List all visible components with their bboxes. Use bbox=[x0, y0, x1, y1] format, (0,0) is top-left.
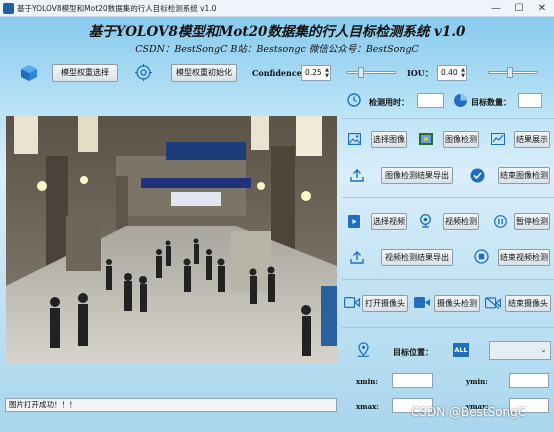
cube-icon bbox=[20, 64, 38, 82]
xmax-label: xmax: bbox=[356, 402, 379, 411]
show-result-button[interactable]: 结果展示 bbox=[514, 131, 550, 148]
pause-icon bbox=[494, 215, 507, 228]
iou-spinbox[interactable]: 0.40 ▲ ▼ bbox=[437, 65, 467, 81]
camera-outline-icon bbox=[344, 297, 360, 308]
iou-slider-handle[interactable] bbox=[506, 67, 513, 78]
all-targets-badge: ALL bbox=[453, 343, 469, 357]
end-video-detect-button[interactable]: 结束视频检测 bbox=[498, 249, 550, 266]
detect-camera-button[interactable]: 摄像头检测 bbox=[434, 295, 480, 312]
page-title: 基于YOLOV8模型和Mot20数据集的行人目标检测系统 v1.0 bbox=[88, 24, 466, 40]
divider bbox=[342, 279, 554, 280]
iou-slider[interactable] bbox=[488, 67, 538, 78]
camera-off-icon bbox=[485, 297, 501, 309]
detect-time-label: 检测用时： bbox=[369, 97, 409, 107]
camera-icon bbox=[414, 297, 430, 308]
target-position-label: 目标位置： bbox=[393, 347, 433, 357]
csdn-watermark: CSDN @BestSongC bbox=[411, 405, 527, 419]
target-count-field bbox=[518, 93, 542, 108]
xmin-field bbox=[392, 373, 433, 388]
detect-time-field bbox=[417, 93, 444, 108]
line-chart-icon bbox=[491, 133, 505, 145]
iou-label: IOU： bbox=[407, 68, 433, 78]
confidence-slider[interactable] bbox=[346, 67, 396, 78]
ymin-label: ymin: bbox=[466, 377, 488, 386]
window-titlebar: 基于YOLOV8模型和Mot20数据集的行人目标检测系统 v1.0 — ☐ ✕ bbox=[0, 0, 554, 17]
divider bbox=[342, 118, 554, 119]
minimize-button[interactable]: — bbox=[485, 0, 507, 17]
location-pin-icon bbox=[357, 342, 370, 357]
iou-value: 0.40 bbox=[441, 68, 458, 77]
open-camera-button[interactable]: 打开摄像头 bbox=[362, 295, 408, 312]
window-title: 基于YOLOV8模型和Mot20数据集的行人目标检测系统 v1.0 bbox=[17, 4, 217, 13]
select-video-button[interactable]: 选择视频 bbox=[371, 213, 407, 230]
webcam-icon bbox=[419, 214, 432, 228]
divider bbox=[342, 197, 554, 198]
chevron-down-icon[interactable]: ⌄ bbox=[540, 345, 547, 354]
detect-image-button[interactable]: 图像检测 bbox=[443, 131, 479, 148]
select-weight-button[interactable]: 模型权重选择 bbox=[52, 64, 118, 82]
upload-icon bbox=[350, 169, 364, 182]
confidence-spinbox[interactable]: 0.25 ▲ ▼ bbox=[301, 65, 331, 81]
app-icon bbox=[3, 3, 14, 14]
confidence-label: Confidence: bbox=[252, 68, 305, 78]
end-camera-button[interactable]: 结束摄像头 bbox=[505, 295, 551, 312]
divider bbox=[342, 327, 554, 328]
image-icon bbox=[348, 133, 361, 145]
check-circle-icon bbox=[470, 168, 485, 183]
end-image-detect-button[interactable]: 结束图像检测 bbox=[498, 167, 550, 184]
image-detect-icon bbox=[419, 133, 433, 145]
target-count-label: 目标数量： bbox=[471, 97, 511, 107]
confidence-slider-handle[interactable] bbox=[358, 67, 364, 78]
spin-arrows-icon[interactable]: ▲ ▼ bbox=[461, 67, 465, 79]
close-button[interactable]: ✕ bbox=[531, 0, 553, 17]
select-image-button[interactable]: 选择图像 bbox=[371, 131, 407, 148]
pause-detect-button[interactable]: 暂停检测 bbox=[514, 213, 550, 230]
status-bar: 图片打开成功！！！ bbox=[5, 398, 337, 412]
image-display bbox=[6, 116, 337, 364]
detect-video-button[interactable]: 视频检测 bbox=[443, 213, 479, 230]
clock-icon bbox=[347, 93, 361, 107]
target-select-dropdown[interactable]: ⌄ bbox=[489, 341, 551, 360]
init-weight-button[interactable]: 模型权重初始化 bbox=[171, 64, 237, 82]
page-subtitle: CSDN：BestSongC B站：Bestsongc 微信公众号：BestSo… bbox=[135, 44, 419, 55]
export-video-result-button[interactable]: 视频检测结果导出 bbox=[381, 249, 453, 266]
export-image-result-button[interactable]: 图像检测结果导出 bbox=[381, 167, 453, 184]
ymin-field bbox=[509, 373, 549, 388]
xmin-label: xmin: bbox=[356, 377, 378, 386]
maximize-button[interactable]: ☐ bbox=[508, 0, 530, 17]
target-icon bbox=[135, 64, 152, 81]
stop-circle-icon bbox=[474, 249, 489, 264]
video-file-icon bbox=[348, 215, 360, 228]
confidence-value: 0.25 bbox=[305, 68, 322, 77]
spin-arrows-icon[interactable]: ▲ ▼ bbox=[325, 67, 329, 79]
pie-chart-icon bbox=[453, 93, 468, 108]
upload-icon bbox=[350, 251, 364, 264]
station-photo bbox=[6, 116, 337, 364]
